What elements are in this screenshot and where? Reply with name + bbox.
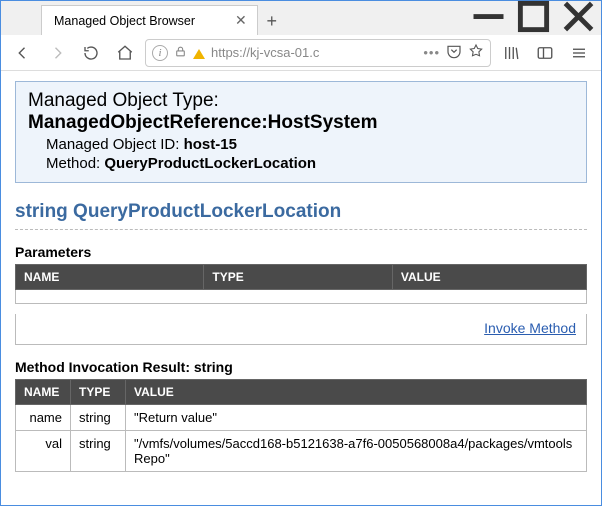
mo-id-value: host-15 [184, 136, 237, 153]
reader-pocket-icon[interactable] [446, 43, 462, 62]
result-row: val string "/vmfs/volumes/5accd168-b5121… [16, 431, 587, 472]
nav-home-button[interactable] [111, 39, 139, 67]
parameters-table: NAME TYPE VALUE [15, 264, 587, 304]
window-close-button[interactable] [556, 1, 601, 31]
managed-object-summary: Managed Object Type: ManagedObjectRefere… [15, 81, 587, 183]
mo-method-line: Method: QueryProductLockerLocation [46, 155, 574, 172]
invoke-method-link[interactable]: Invoke Method [484, 320, 576, 336]
params-col-value: VALUE [392, 265, 586, 290]
page-actions-icon[interactable]: ••• [423, 45, 440, 60]
nav-reload-button[interactable] [77, 39, 105, 67]
parameters-heading: Parameters [15, 244, 587, 260]
lock-icon [174, 45, 187, 61]
result-col-name: NAME [16, 380, 71, 405]
nav-back-button[interactable] [9, 39, 37, 67]
bookmark-star-icon[interactable] [468, 43, 484, 62]
mo-method-label: Method: [46, 155, 100, 172]
menu-hamburger-icon[interactable] [565, 39, 593, 67]
invoke-method-bar: Invoke Method [15, 314, 587, 345]
library-icon[interactable] [497, 39, 525, 67]
result-table: NAME TYPE VALUE name string "Return valu… [15, 379, 587, 472]
mo-method-value: QueryProductLockerLocation [104, 155, 316, 172]
sidebar-toggle-icon[interactable] [531, 39, 559, 67]
result-col-value: VALUE [126, 380, 587, 405]
result-heading: Method Invocation Result: string [15, 359, 587, 375]
mo-id-line: Managed Object ID: host-15 [46, 136, 574, 153]
close-tab-icon[interactable]: ✕ [235, 12, 247, 29]
page-content: Managed Object Type: ManagedObjectRefere… [1, 71, 601, 482]
method-signature-heading: string QueryProductLockerLocation [15, 201, 587, 230]
result-row-value: "Return value" [126, 405, 587, 431]
mo-id-label: Managed Object ID: [46, 136, 179, 153]
window-controls [466, 1, 601, 31]
result-row-name: name [16, 405, 71, 431]
result-col-type: TYPE [71, 380, 126, 405]
result-row-type: string [71, 405, 126, 431]
result-row-value: "/vmfs/volumes/5accd168-b5121638-a7f6-00… [126, 431, 587, 472]
result-row: name string "Return value" [16, 405, 587, 431]
result-row-name: val [16, 431, 71, 472]
window-minimize-button[interactable] [466, 1, 511, 31]
new-tab-button[interactable]: + [258, 7, 286, 35]
result-row-type: string [71, 431, 126, 472]
site-info-icon[interactable]: i [152, 45, 168, 61]
url-text: https://kj-vcsa-01.c [211, 45, 417, 60]
browser-titlebar: Managed Object Browser ✕ + [1, 1, 601, 35]
mo-reference-type: ManagedObjectReference:HostSystem [28, 112, 574, 134]
mo-type-label: Managed Object Type: [28, 90, 574, 112]
params-col-type: TYPE [204, 265, 392, 290]
security-warning-icon [193, 49, 205, 59]
window-maximize-button[interactable] [511, 1, 556, 31]
params-col-name: NAME [16, 265, 204, 290]
browser-tab[interactable]: Managed Object Browser ✕ [41, 5, 258, 35]
tab-title: Managed Object Browser [54, 14, 195, 28]
params-empty-row [16, 290, 587, 304]
nav-forward-button[interactable] [43, 39, 71, 67]
url-bar[interactable]: i https://kj-vcsa-01.c ••• [145, 39, 491, 67]
browser-toolbar: i https://kj-vcsa-01.c ••• [1, 35, 601, 71]
